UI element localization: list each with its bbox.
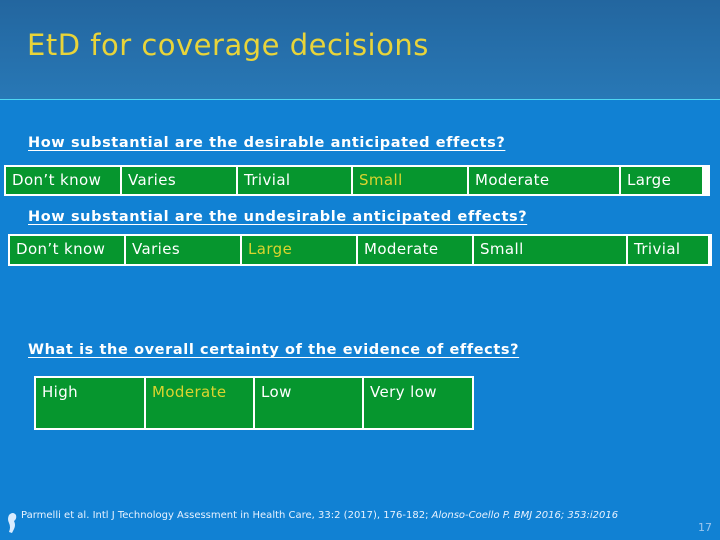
page-number: 17: [698, 521, 712, 534]
options-row-certainty-of-evidence: High Moderate Low Very low: [34, 376, 474, 430]
option-dont-know[interactable]: Don’t know: [10, 236, 124, 264]
option-varies[interactable]: Varies: [126, 236, 240, 264]
option-moderate[interactable]: Moderate: [469, 167, 619, 194]
question-undesirable-effects: How substantial are the undesirable anti…: [28, 209, 528, 225]
option-large[interactable]: Large: [621, 167, 702, 194]
option-small[interactable]: Small: [353, 167, 467, 194]
question-certainty-of-evidence: What is the overall certainty of the evi…: [28, 342, 520, 358]
citation-alonso-coello: Alonso-Coello P. BMJ 2016; 353:i2016: [431, 510, 619, 521]
options-row-undesirable-effects: Don’t know Varies Large Moderate Small T…: [8, 234, 712, 266]
slide-header: EtD for coverage decisions: [0, 0, 720, 100]
option-trivial[interactable]: Trivial: [628, 236, 708, 264]
question-desirable-effects: How substantial are the desirable antici…: [28, 135, 506, 151]
option-low[interactable]: Low: [255, 378, 362, 428]
option-large[interactable]: Large: [242, 236, 356, 264]
logo-icon: [8, 513, 17, 533]
option-moderate[interactable]: Moderate: [146, 378, 253, 428]
slide-title: EtD for coverage decisions: [27, 28, 429, 62]
citation-parmelli: Parmelli et al. Intl J Technology Assess…: [21, 510, 432, 521]
option-trivial[interactable]: Trivial: [238, 167, 351, 194]
option-dont-know[interactable]: Don’t know: [6, 167, 120, 194]
options-row-desirable-effects: Don’t know Varies Trivial Small Moderate…: [4, 165, 710, 196]
option-moderate[interactable]: Moderate: [358, 236, 472, 264]
option-small[interactable]: Small: [474, 236, 626, 264]
option-high[interactable]: High: [36, 378, 144, 428]
option-very-low[interactable]: Very low: [364, 378, 472, 428]
option-varies[interactable]: Varies: [122, 167, 236, 194]
citation: Parmelli et al. Intl J Technology Assess…: [21, 510, 618, 521]
